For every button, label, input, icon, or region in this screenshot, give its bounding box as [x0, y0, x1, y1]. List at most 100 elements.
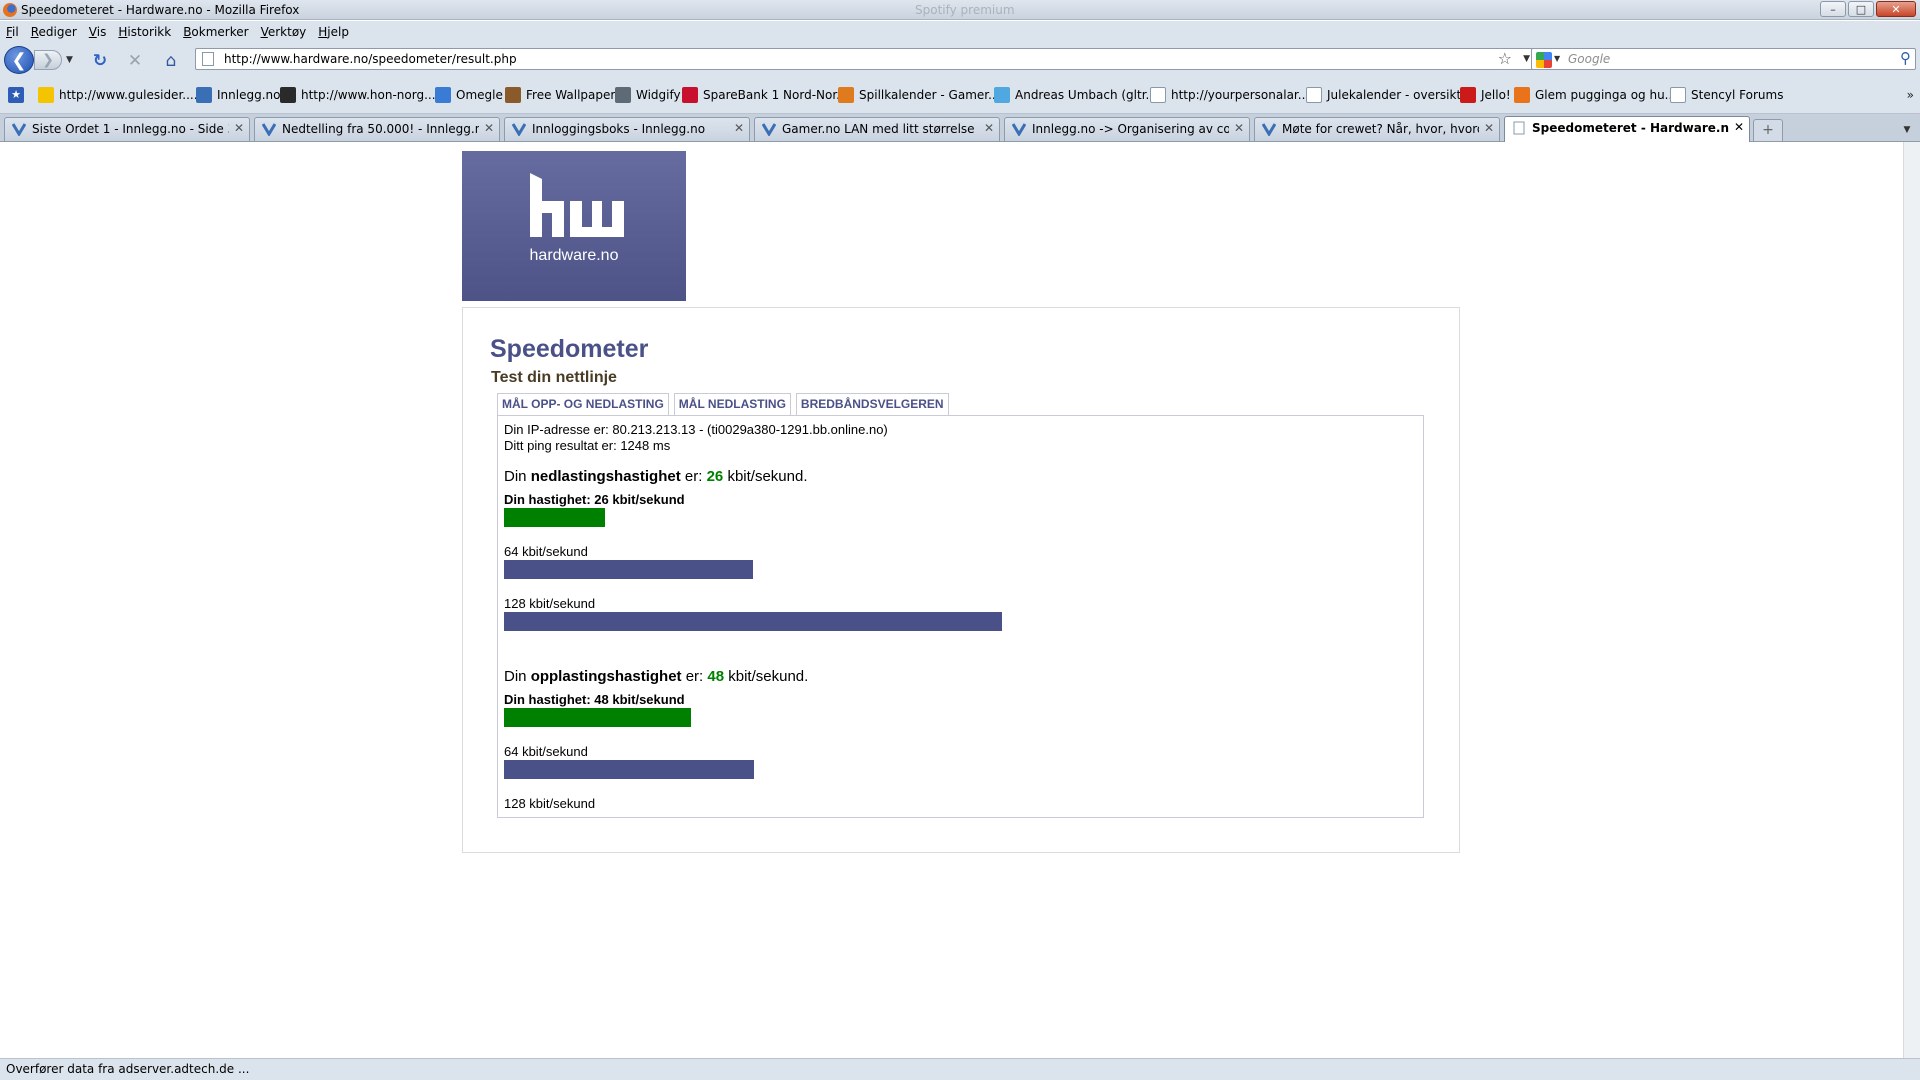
minimize-button[interactable]: – [1820, 1, 1846, 17]
search-icon[interactable]: ⚲ [1900, 49, 1911, 67]
menu-edit[interactable]: Rediger [31, 25, 77, 39]
tab-measure-up-down[interactable]: MÅL OPP- OG NEDLASTING [497, 393, 669, 415]
gulesider-icon [38, 87, 54, 103]
back-button[interactable]: ❮ [4, 46, 34, 74]
close-tab-icon[interactable]: ✕ [1734, 120, 1744, 134]
logo-text: hardware.no [529, 247, 619, 264]
google-engine-icon[interactable] [1536, 52, 1552, 68]
page-tab-icon [1513, 121, 1525, 135]
close-window-button[interactable]: ✕ [1876, 1, 1916, 17]
url-bar[interactable]: http://www.hardware.no/speedometer/resul… [195, 48, 1537, 70]
bookmark-12[interactable]: Glem pugginga og hu... [1514, 85, 1676, 105]
hw-logo-icon [530, 173, 624, 237]
upload-bars-bar-1 [504, 760, 754, 779]
close-tab-icon[interactable]: ✕ [734, 121, 744, 135]
upload-speed-value: 48 [707, 668, 725, 685]
menu-tools[interactable]: Verktøy [261, 25, 307, 39]
hon-icon [280, 87, 296, 103]
tab-5[interactable]: Møte for crewet? Når, hvor, hvorda... ✕ [1254, 117, 1500, 141]
forward-arrow-icon: ❯ [42, 52, 54, 68]
innlegg-tab-icon [12, 123, 26, 136]
page-icon [1150, 87, 1166, 103]
tab-broadband-chooser[interactable]: BREDBÅNDSVELGEREN [795, 393, 949, 415]
title-bar: Speedometeret - Hardware.no - Mozilla Fi… [0, 0, 1920, 20]
reload-icon[interactable]: ↻ [90, 51, 110, 71]
ping-line: Ditt ping resultat er: 1248 ms [504, 438, 671, 453]
gamer-icon [838, 87, 854, 103]
bookmarks-menu-button[interactable]: ★ [8, 85, 24, 105]
tab-0[interactable]: Siste Ordet 1 - Innlegg.no - Side 3410 ✕ [4, 117, 250, 141]
menu-history[interactable]: Historikk [118, 25, 171, 39]
window-title: Speedometeret - Hardware.no - Mozilla Fi… [21, 3, 300, 17]
status-bar: Overfører data fra adserver.adtech.de ..… [0, 1058, 1920, 1080]
bookmark-4[interactable]: Free Wallpapers [505, 85, 622, 105]
bookmark-3[interactable]: Omegle [435, 85, 503, 105]
back-arrow-icon: ❮ [11, 49, 27, 71]
navigation-toolbar: ❮ ❯ ▼ ↻ ✕ ⌂ http://www.hardware.no/speed… [0, 43, 1920, 76]
url-dropdown-icon[interactable]: ▼ [1523, 54, 1530, 64]
menu-bar: Fil Rediger Vis Historikk Bokmerker Verk… [0, 21, 1920, 43]
menu-bookmarks[interactable]: Bokmerker [183, 25, 248, 39]
upload-bars-label-1: 64 kbit/sekund [504, 744, 588, 759]
tab-strip: Siste Ordet 1 - Innlegg.no - Side 3410 ✕… [0, 114, 1920, 142]
speedometer-panel: Speedometer Test din nettlinje MÅL OPP- … [462, 307, 1460, 853]
bookmark-7[interactable]: Spillkalender - Gamer.... [838, 85, 1003, 105]
menu-file[interactable]: Fil [6, 25, 19, 39]
page-icon [202, 52, 214, 66]
close-tab-icon[interactable]: ✕ [234, 121, 244, 135]
vertical-scrollbar[interactable] [1903, 142, 1920, 1058]
omegle-icon [435, 87, 451, 103]
bookmark-star-icon[interactable]: ☆ [1498, 49, 1512, 68]
innlegg-tab-icon [1012, 123, 1026, 136]
list-all-tabs-icon[interactable]: ▼ [1896, 120, 1918, 140]
new-tab-button[interactable]: + [1753, 119, 1783, 141]
innlegg-tab-icon [512, 123, 526, 136]
tab-6-active[interactable]: Speedometeret - Hardware.no ✕ [1504, 116, 1750, 142]
bookmark-10[interactable]: Julekalender - oversikt ... [1306, 85, 1476, 105]
bookmark-1[interactable]: Innlegg.no [196, 85, 280, 105]
upload-bars-label-0: Din hastighet: 48 kbit/sekund [504, 692, 685, 707]
page-icon [1306, 87, 1322, 103]
url-text[interactable]: http://www.hardware.no/speedometer/resul… [224, 52, 517, 66]
forward-button[interactable]: ❯ [34, 50, 62, 70]
firefox-icon [3, 3, 17, 17]
bookmark-5[interactable]: Widgify [615, 85, 681, 105]
home-icon[interactable]: ⌂ [161, 51, 181, 71]
close-tab-icon[interactable]: ✕ [1234, 121, 1244, 135]
stop-icon[interactable]: ✕ [125, 51, 145, 71]
tab-3[interactable]: Gamer.no LAN med litt størrelse - I... ✕ [754, 117, 1000, 141]
bookmark-13[interactable]: Stencyl Forums [1670, 85, 1783, 105]
menu-help[interactable]: Hjelp [318, 25, 349, 39]
sparebank-icon [682, 87, 698, 103]
upload-speed-line: Din opplastingshastighet er: 48 kbit/sek… [504, 668, 809, 685]
jello-icon [1460, 87, 1476, 103]
tab-measure-download[interactable]: MÅL NEDLASTING [673, 393, 791, 415]
stencyl-icon [1670, 87, 1686, 103]
close-tab-icon[interactable]: ✕ [984, 121, 994, 135]
bookmark-9[interactable]: http://yourpersonalar... [1150, 85, 1309, 105]
maximize-button[interactable]: □ [1848, 1, 1874, 17]
tab-4[interactable]: Innlegg.no -> Organisering av com... ✕ [1004, 117, 1250, 141]
bookmark-6[interactable]: SpareBank 1 Nord-Nor... [682, 85, 848, 105]
bookmark-2[interactable]: http://www.hon-norg... [280, 85, 436, 105]
history-dropdown-icon[interactable]: ▼ [66, 55, 73, 65]
tab-1[interactable]: Nedtelling fra 50.000! - Innlegg.no -...… [254, 117, 500, 141]
wordpress-icon [615, 87, 631, 103]
bookmark-11[interactable]: Jello! [1460, 85, 1511, 105]
upload-bars-bar-0 [504, 708, 691, 727]
tab-2[interactable]: Innloggingsboks - Innlegg.no ✕ [504, 117, 750, 141]
menu-view[interactable]: Vis [89, 25, 107, 39]
bookmarks-overflow-icon[interactable]: » [1907, 88, 1914, 102]
status-text: Overfører data fra adserver.adtech.de ..… [6, 1062, 250, 1076]
search-placeholder[interactable]: Google [1568, 52, 1610, 66]
hardware-no-logo[interactable]: hardware.no [462, 151, 686, 301]
close-tab-icon[interactable]: ✕ [484, 121, 494, 135]
e-icon [1514, 87, 1530, 103]
download-bars-label-0: Din hastighet: 26 kbit/sekund [504, 492, 685, 507]
search-bar[interactable]: ▼ Google ⚲ [1531, 48, 1916, 70]
bookmark-0[interactable]: http://www.gulesider.... [38, 85, 198, 105]
bookmark-8[interactable]: Andreas Umbach (gltr... [994, 85, 1157, 105]
close-tab-icon[interactable]: ✕ [1484, 121, 1494, 135]
download-bars-label-2: 128 kbit/sekund [504, 596, 596, 611]
engine-dropdown-icon[interactable]: ▼ [1554, 54, 1560, 63]
